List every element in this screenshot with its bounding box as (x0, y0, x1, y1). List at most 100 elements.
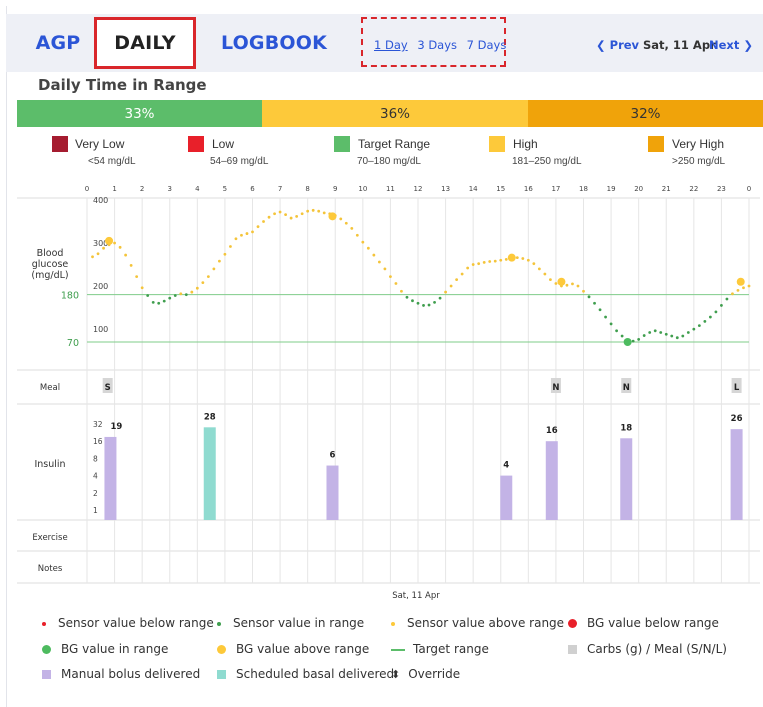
target-range-label: Target Range (358, 137, 431, 151)
sensor-point (642, 334, 646, 337)
sensor-point (438, 296, 442, 300)
legend-manual-bolus: Manual bolus delivered (42, 667, 200, 681)
sensor-point (284, 213, 287, 217)
sensor-point (576, 284, 580, 288)
x-axis-ticks: 0 1 2 3 4 5 6 7 8 9 10 11 12 13 14 15 16 17 18 19 20 21 22 23 0 (85, 185, 751, 193)
target-range-range: 70–180 mg/dL (357, 156, 421, 167)
small-red-dot-icon (42, 621, 46, 626)
x-tick-label: 0 (747, 185, 751, 193)
sensor-point (648, 331, 652, 334)
insulin-bar (500, 475, 513, 520)
range-7-days[interactable]: 7 Days (467, 38, 507, 52)
sensor-point (173, 294, 177, 297)
sensor-point (251, 230, 254, 234)
sensor-point (587, 295, 591, 299)
x-tick-label: 15 (496, 185, 505, 193)
target-line-label: 70 (67, 338, 79, 349)
sensor-point (394, 282, 398, 285)
sensor-point (504, 257, 508, 261)
x-tick-label: 12 (414, 185, 423, 193)
sensor-point (422, 304, 425, 307)
x-tick-label: 9 (333, 185, 337, 193)
sensor-point (653, 329, 657, 333)
insulin-bar-label: 19 (111, 422, 123, 432)
sensor-point (168, 296, 172, 300)
legend-bg-above: BG value above range (217, 642, 369, 656)
sensor-point (686, 331, 690, 334)
sensor-point (245, 232, 249, 235)
red-dot-icon (568, 619, 577, 628)
sensor-point (162, 299, 166, 303)
sensor-point (405, 295, 409, 299)
legend-sensor-above: Sensor value above range (391, 616, 564, 630)
sensor-point (670, 334, 674, 338)
sensor-point (411, 299, 414, 303)
next-button[interactable]: Next ❯ (709, 38, 753, 52)
sensor-point (521, 257, 525, 260)
y-axis-label-line2: glucose (32, 259, 69, 270)
bg-point (328, 212, 337, 221)
gray-square-icon (568, 645, 577, 654)
sensor-point (383, 267, 387, 271)
very-low-label: Very Low (75, 137, 125, 151)
notes-row-label: Notes (38, 564, 63, 574)
y-tick-label: 100 (93, 325, 108, 334)
insulin-bar-label: 6 (330, 451, 336, 461)
sensor-point (361, 240, 365, 244)
sensor-point (554, 282, 558, 285)
sensor-point (499, 258, 503, 262)
tab-daily[interactable]: DAILY (94, 17, 196, 69)
insulin-bar (326, 465, 339, 520)
sensor-point (96, 252, 100, 256)
sensor-point (571, 282, 574, 286)
sensor-point (184, 293, 188, 297)
sensor-point (240, 233, 243, 237)
sensor-point (565, 283, 569, 287)
tab-agp[interactable]: AGP (24, 17, 92, 69)
sensor-point (725, 297, 729, 301)
sensor-point (146, 294, 150, 297)
sensor-point (455, 278, 459, 282)
small-yellow-dot-icon (391, 621, 395, 626)
sensor-point (471, 263, 475, 266)
sensor-point (631, 339, 635, 343)
sensor-point (604, 315, 607, 319)
insulin-bar-label: 4 (503, 461, 509, 471)
legend-target-range: Target range (391, 642, 489, 656)
bg-point (623, 338, 632, 346)
sensor-point (460, 272, 464, 276)
x-tick-label: 6 (250, 185, 255, 193)
range-1-day[interactable]: 1 Day (374, 38, 408, 52)
range-3-days[interactable]: 3 Days (417, 38, 457, 52)
meal-marker-label: L (734, 383, 740, 393)
bg-point (105, 236, 114, 245)
purple-square-icon (42, 670, 51, 679)
insulin-bar (203, 427, 216, 520)
sensor-point (731, 292, 734, 296)
prev-button[interactable]: ❮ Prev (596, 38, 639, 52)
sensor-point (493, 259, 497, 263)
sensor-point (289, 216, 293, 220)
x-tick-label: 20 (634, 185, 643, 193)
sensor-point (229, 245, 232, 248)
insulin-bar (730, 429, 743, 520)
insulin-bar (104, 436, 117, 520)
insulin-bar-label: 16 (546, 426, 558, 436)
x-tick-label: 7 (278, 185, 282, 193)
x-tick-label: 8 (305, 185, 309, 193)
target-line-label: 180 (61, 291, 79, 302)
sensor-point (427, 303, 431, 307)
sensor-point (91, 255, 94, 259)
insulin-scale-label: 1 (93, 506, 98, 515)
insulin-scale-label: 16 (93, 437, 103, 446)
high-range: 181–250 mg/dL (512, 156, 582, 167)
insulin-scale-label: 2 (93, 489, 98, 498)
sensor-point (389, 275, 392, 278)
sensor-point (549, 278, 552, 282)
bg-point (557, 277, 566, 286)
legend-scheduled-basal: Scheduled basal delivered (217, 667, 394, 681)
sensor-point (267, 215, 271, 219)
sensor-point (488, 260, 492, 263)
x-tick-label: 3 (168, 185, 172, 193)
tab-logbook[interactable]: LOGBOOK (196, 17, 352, 69)
